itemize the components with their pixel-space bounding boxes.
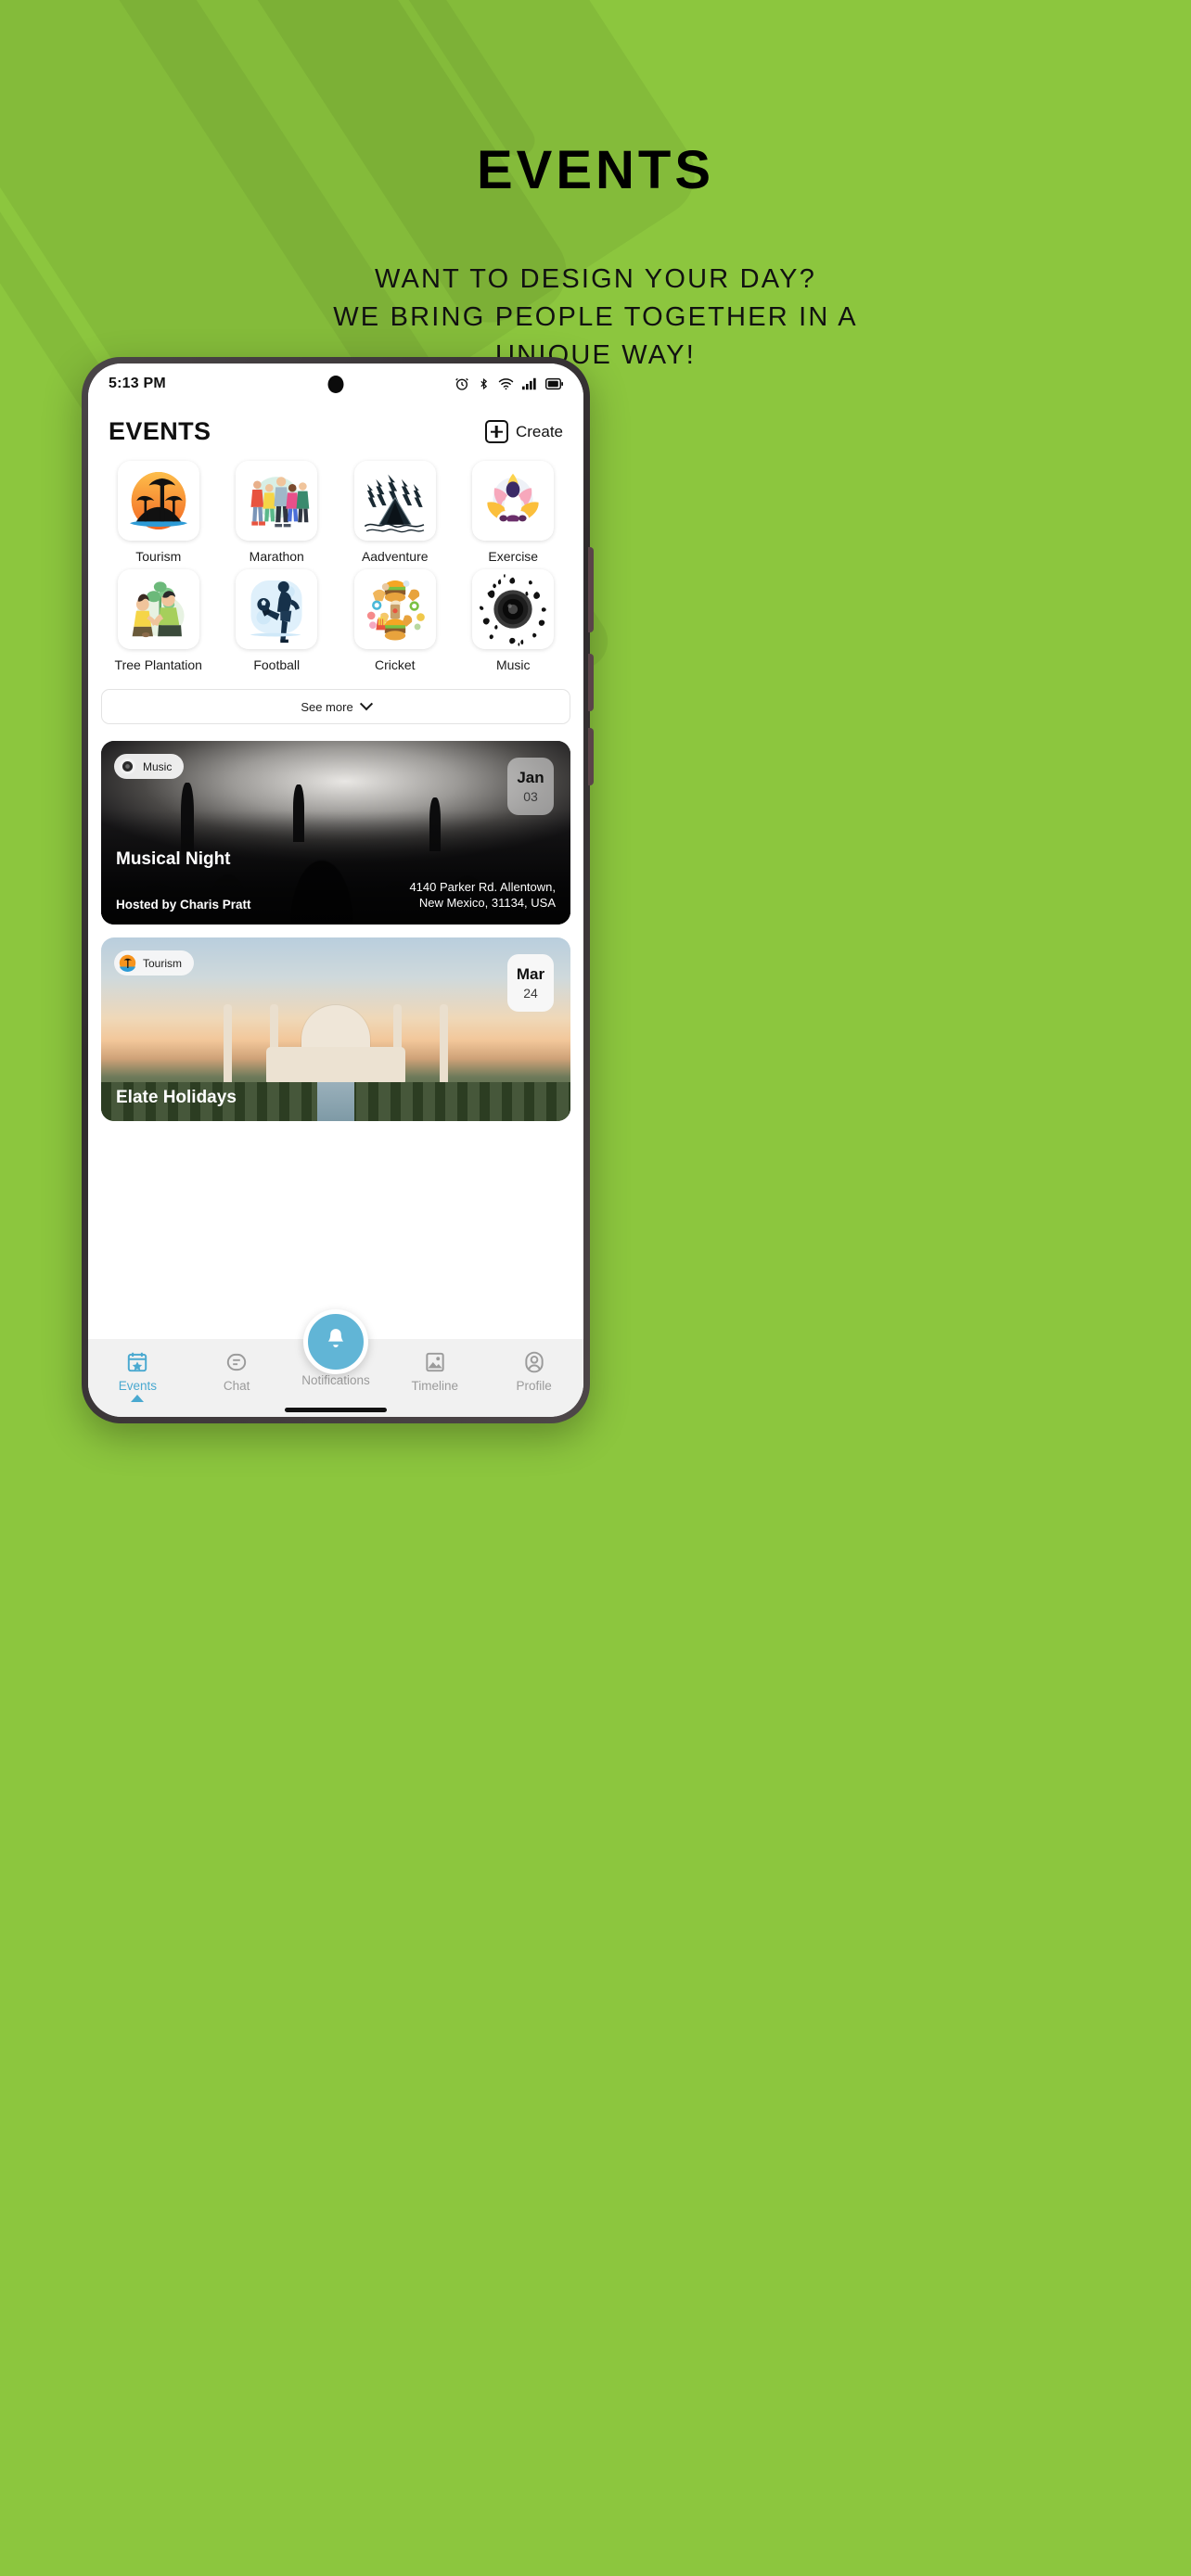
category-label: Cricket xyxy=(374,657,416,672)
category-item-tourism[interactable]: Tourism xyxy=(101,461,216,564)
event-date-badge: Mar 24 xyxy=(507,954,554,1012)
category-item-aadventure[interactable]: Aadventure xyxy=(338,461,453,564)
image-icon xyxy=(423,1350,447,1374)
speaker-notes-icon xyxy=(119,758,136,775)
calendar-star-icon xyxy=(125,1350,149,1374)
see-more-button[interactable]: See more xyxy=(101,689,570,724)
battery-icon xyxy=(545,377,563,390)
palm-sunset-icon xyxy=(119,954,136,972)
category-label: Tourism xyxy=(135,549,182,564)
palm-sunset-icon xyxy=(117,461,199,541)
nav-label: Notifications xyxy=(301,1373,370,1387)
nav-label: Timeline xyxy=(411,1379,459,1393)
event-day: 03 xyxy=(523,789,538,804)
alarm-icon xyxy=(455,376,469,391)
bell-icon xyxy=(322,1326,350,1358)
category-grid: Tourism Marathon Aadventure Exercise Tre… xyxy=(88,452,583,672)
nav-item-chat[interactable]: Chat xyxy=(187,1350,287,1393)
event-day: 24 xyxy=(523,986,538,1001)
signal-icon xyxy=(522,377,537,390)
event-address: 4140 Parker Rd. Allentown, New Mexico, 31… xyxy=(409,879,556,911)
event-month: Mar xyxy=(516,965,545,983)
event-month: Jan xyxy=(517,769,544,786)
person-circle-icon xyxy=(522,1350,546,1374)
event-title: Elate Holidays xyxy=(116,1088,237,1107)
category-label: Marathon xyxy=(249,549,304,564)
planting-people-icon xyxy=(117,569,199,649)
category-label: Tree Plantation xyxy=(114,657,202,672)
phone-side-button-2 xyxy=(588,654,594,711)
event-card-body: Musical Night Hosted by Charis Pratt 414… xyxy=(101,849,570,925)
app-title: EVENTS xyxy=(109,417,211,445)
event-host: Hosted by Charis Pratt xyxy=(116,898,251,912)
footballer-icon xyxy=(236,569,318,649)
phone-frame: 5:13 PM EVENTS Create Tourism Marathon A… xyxy=(82,357,594,1423)
phone-side-button-3 xyxy=(588,728,594,785)
event-category-chip[interactable]: Music xyxy=(114,754,185,779)
phone-screen: 5:13 PM EVENTS Create Tourism Marathon A… xyxy=(88,363,583,1417)
category-label: Football xyxy=(253,657,301,672)
nav-label: Events xyxy=(118,1379,158,1393)
category-item-tree-plantation[interactable]: Tree Plantation xyxy=(101,569,216,672)
category-label: Music xyxy=(495,657,531,672)
see-more-section: See more xyxy=(88,672,583,724)
page-title: EVENTS xyxy=(476,140,715,200)
active-tab-indicator xyxy=(131,1395,145,1402)
nav-item-timeline[interactable]: Timeline xyxy=(385,1350,484,1393)
app-content: EVENTS Create Tourism Marathon Aadventur… xyxy=(88,404,583,1417)
speaker-notes-icon xyxy=(472,569,555,649)
camera-punch-hole xyxy=(327,376,344,393)
category-item-exercise[interactable]: Exercise xyxy=(456,461,571,564)
category-item-cricket[interactable]: Cricket xyxy=(338,569,453,672)
event-card[interactable]: Tourism Mar 24 Elate Holidays xyxy=(101,937,570,1121)
status-time: 5:13 PM xyxy=(109,376,166,391)
taj-minaret xyxy=(223,1004,232,1087)
event-category-label: Music xyxy=(143,759,173,773)
notifications-fab[interactable] xyxy=(303,1309,368,1374)
bluetooth-icon xyxy=(478,376,490,391)
phone-mockup: 5:13 PM EVENTS Create Tourism Marathon A… xyxy=(82,357,594,1423)
tent-forest-icon xyxy=(353,461,436,541)
runners-icon xyxy=(236,461,318,541)
wifi-icon xyxy=(498,377,514,390)
yoga-lotus-icon xyxy=(472,461,555,541)
category-item-marathon[interactable]: Marathon xyxy=(220,461,335,564)
category-label: Exercise xyxy=(488,549,539,564)
see-more-label: See more xyxy=(301,699,353,714)
phone-side-button-1 xyxy=(588,547,594,632)
status-icon-group xyxy=(455,376,563,391)
event-title: Musical Night xyxy=(116,848,231,869)
app-header: EVENTS Create xyxy=(88,404,583,452)
home-indicator xyxy=(285,1408,387,1412)
category-item-football[interactable]: Football xyxy=(220,569,335,672)
plus-square-icon xyxy=(484,420,508,443)
nav-item-events[interactable]: Events xyxy=(88,1350,187,1402)
category-label: Aadventure xyxy=(361,549,429,564)
event-date-badge: Jan 03 xyxy=(507,758,554,815)
chevron-down-icon xyxy=(359,697,373,711)
nav-label: Profile xyxy=(516,1379,552,1393)
taj-base xyxy=(266,1047,405,1087)
event-card-body: Elate Holidays xyxy=(101,1088,570,1121)
event-card[interactable]: Music Jan 03 Musical Night Hosted by Cha… xyxy=(101,741,570,925)
category-item-music[interactable]: Music xyxy=(456,569,571,672)
event-category-chip[interactable]: Tourism xyxy=(114,950,195,976)
nav-label: Chat xyxy=(223,1379,250,1393)
event-category-label: Tourism xyxy=(143,956,183,970)
hero-section: EVENTS WANT TO DESIGN YOUR DAY? WE BRING … xyxy=(0,0,1191,376)
status-bar: 5:13 PM xyxy=(88,363,583,404)
taj-minaret xyxy=(440,1004,449,1087)
food-collage-icon xyxy=(353,569,436,649)
create-button-label: Create xyxy=(515,422,563,440)
chat-bubble-icon xyxy=(224,1350,249,1374)
nav-item-profile[interactable]: Profile xyxy=(484,1350,583,1393)
event-card-list: Music Jan 03 Musical Night Hosted by Cha… xyxy=(88,724,583,1121)
create-button[interactable]: Create xyxy=(484,420,563,443)
